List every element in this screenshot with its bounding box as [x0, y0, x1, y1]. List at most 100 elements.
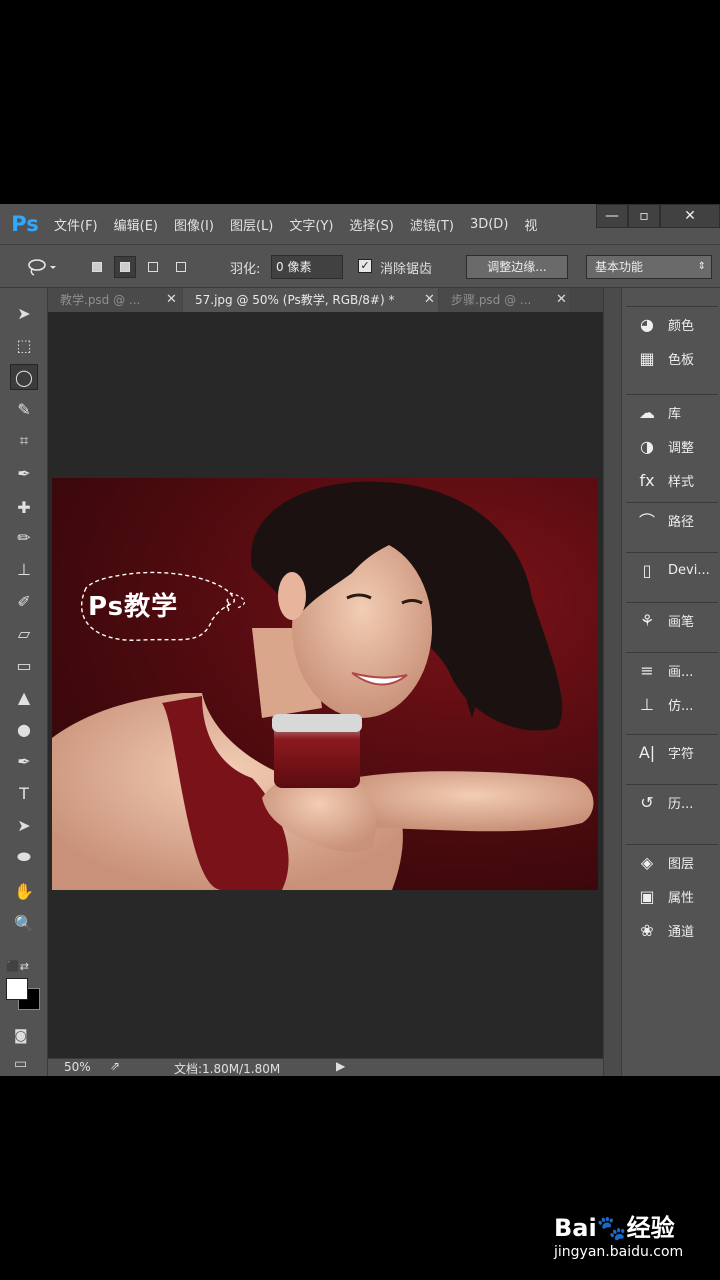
- panel-tab-label: 颜色: [668, 318, 695, 334]
- panel-group: A| 字符: [626, 734, 718, 769]
- panel-tab-label: 路径: [668, 514, 695, 530]
- document-tabs: 教学.psd @ ... ✕ 57.jpg @ 50% (Ps教学, RGB/8…: [48, 288, 603, 312]
- menu-layer[interactable]: 图层(L): [222, 215, 281, 234]
- antialias-label: 消除锯齿: [380, 261, 433, 277]
- properties-icon: ▣: [639, 886, 655, 906]
- panel-tab-label: 属性: [668, 890, 695, 906]
- swatches-icon: ▦: [639, 348, 655, 368]
- refine-edge-button[interactable]: 调整边缘...: [466, 255, 568, 279]
- screen-mode-icon[interactable]: ▭: [14, 1056, 27, 1072]
- panel-group: ↺ 历...: [626, 784, 718, 819]
- panel-tab-layers[interactable]: ◈ 图层: [626, 845, 718, 879]
- panel-tab-history[interactable]: ↺ 历...: [626, 785, 718, 819]
- dodge-icon[interactable]: ●: [10, 716, 38, 742]
- watermark-url: jingyan.baidu.com: [554, 1244, 684, 1260]
- zoom-icon[interactable]: 🔍: [10, 910, 38, 936]
- document-size: 文档:1.80M/1.80M: [174, 1062, 281, 1076]
- quick-select-icon[interactable]: ✎: [10, 396, 38, 422]
- new-selection-icon[interactable]: [86, 256, 108, 278]
- lasso-icon[interactable]: ◯: [10, 364, 38, 390]
- zoom-level[interactable]: 50%: [64, 1060, 91, 1074]
- menu-select[interactable]: 选择(S): [341, 215, 401, 234]
- path-select-icon[interactable]: ➤: [10, 812, 38, 838]
- foreground-color-swatch[interactable]: [6, 978, 28, 1000]
- device-preview-icon: ▯: [642, 560, 652, 580]
- menu-file[interactable]: 文件(F): [46, 215, 106, 234]
- panel-tab-character[interactable]: A| 字符: [626, 735, 718, 769]
- antialias-checkbox[interactable]: ✓: [358, 259, 372, 273]
- subtract-selection-icon[interactable]: [142, 256, 164, 278]
- blur-icon[interactable]: ▲: [10, 684, 38, 710]
- panel-tab-label: 库: [668, 406, 682, 422]
- menu-image[interactable]: 图像(I): [166, 215, 222, 234]
- panel-tab-label: Devi...: [668, 562, 710, 578]
- minimize-button[interactable]: —: [596, 204, 628, 228]
- stamp-icon[interactable]: ⊥: [10, 556, 38, 582]
- styles-icon: fx: [639, 470, 655, 490]
- quick-mask-icon[interactable]: ◙: [14, 1028, 28, 1044]
- panel-tab-adjustments[interactable]: ◑ 调整: [626, 429, 718, 463]
- panel-tab-channels[interactable]: ❀ 通道: [626, 913, 718, 947]
- tab-teaching-psd[interactable]: 教学.psd @ ...: [48, 288, 182, 312]
- portrait-photo: [52, 481, 594, 890]
- panel-tab-clone-source[interactable]: ⊥ 仿...: [626, 687, 718, 721]
- hand-icon[interactable]: ✋: [10, 878, 38, 904]
- status-menu-arrow-icon[interactable]: ▶: [336, 1059, 345, 1073]
- panel-tab-device-preview[interactable]: ▯ Devi...: [626, 553, 718, 587]
- panel-tab-brush-presets[interactable]: ⚘ 画笔: [626, 603, 718, 637]
- menu-view[interactable]: 视: [516, 215, 545, 234]
- ellipse-icon[interactable]: ⬬: [10, 844, 38, 870]
- close-tab-icon[interactable]: ✕: [166, 288, 177, 312]
- brush-presets-icon: ⚘: [639, 610, 655, 630]
- crop-icon[interactable]: ⌗: [10, 428, 38, 454]
- close-button[interactable]: ✕: [660, 204, 720, 228]
- panel-group: ⚘ 画笔: [626, 602, 718, 637]
- window-controls: — ▫ ✕: [596, 204, 720, 230]
- panel-tab-swatches[interactable]: ▦ 色板: [626, 341, 718, 375]
- tab-57-jpg[interactable]: 57.jpg @ 50% (Ps教学, RGB/8#) *: [183, 288, 438, 312]
- lasso-cursor-icon: ⌇: [224, 596, 232, 615]
- panel-tab-palette[interactable]: ◕ 颜色: [626, 307, 718, 341]
- marquee-icon[interactable]: ⬚: [10, 332, 38, 358]
- tab-steps-psd[interactable]: 步骤.psd @ ...: [439, 288, 569, 312]
- swap-colors-icon[interactable]: ⬛⇄: [6, 960, 29, 973]
- move-icon[interactable]: ➤: [10, 300, 38, 326]
- gradient-icon[interactable]: ▭: [10, 652, 38, 678]
- clone-source-icon: ⊥: [640, 694, 654, 714]
- panel-tab-properties[interactable]: ▣ 属性: [626, 879, 718, 913]
- maximize-button[interactable]: ▫: [628, 204, 660, 228]
- panel-tab-label: 仿...: [668, 698, 694, 714]
- canvas-text-layer[interactable]: Ps教学: [88, 586, 178, 623]
- panel-tab-paths[interactable]: ⌒ 路径: [626, 503, 718, 537]
- canvas-area[interactable]: Ps教学 ⌇: [48, 312, 603, 1058]
- photoshop-logo: Ps: [11, 212, 39, 236]
- baidu-jingyan-watermark: Bai🐾经验 jingyan.baidu.com: [554, 1198, 704, 1268]
- document-image[interactable]: Ps教学 ⌇: [52, 478, 598, 890]
- eraser-icon[interactable]: ▱: [10, 620, 38, 646]
- panel-tab-brush-panel[interactable]: ≡ 画...: [626, 653, 718, 687]
- panel-tab-libraries[interactable]: ☁ 库: [626, 395, 718, 429]
- intersect-selection-icon[interactable]: [170, 256, 192, 278]
- type-icon[interactable]: T: [10, 780, 38, 806]
- history-brush-icon[interactable]: ✐: [10, 588, 38, 614]
- feather-input[interactable]: 0 像素: [271, 255, 343, 279]
- lasso-preset-picker[interactable]: [26, 255, 56, 279]
- tab-label: 57.jpg @ 50% (Ps教学, RGB/8#) *: [195, 293, 395, 307]
- eyedropper-icon[interactable]: ✒: [10, 460, 38, 486]
- menu-type[interactable]: 文字(Y): [281, 215, 341, 234]
- brush-icon[interactable]: ✏: [10, 524, 38, 550]
- healing-icon[interactable]: ✚: [10, 494, 38, 520]
- workspace-select[interactable]: 基本功能 ⇕: [586, 255, 712, 279]
- pen-icon[interactable]: ✒: [10, 748, 38, 774]
- vertical-scrollbar[interactable]: [603, 288, 621, 1076]
- menu-3d[interactable]: 3D(D): [462, 217, 516, 232]
- selection-mode-group: [86, 255, 192, 279]
- panel-tab-styles[interactable]: fx 样式: [626, 463, 718, 497]
- menu-edit[interactable]: 编辑(E): [106, 215, 166, 234]
- export-icon[interactable]: ⇗: [110, 1059, 120, 1073]
- menu-filter[interactable]: 滤镜(T): [402, 215, 462, 234]
- close-tab-icon[interactable]: ✕: [424, 288, 435, 312]
- add-selection-icon[interactable]: [114, 256, 136, 278]
- status-bar: 50% ⇗ 文档:1.80M/1.80M ▶: [48, 1058, 603, 1076]
- close-tab-icon[interactable]: ✕: [556, 288, 567, 312]
